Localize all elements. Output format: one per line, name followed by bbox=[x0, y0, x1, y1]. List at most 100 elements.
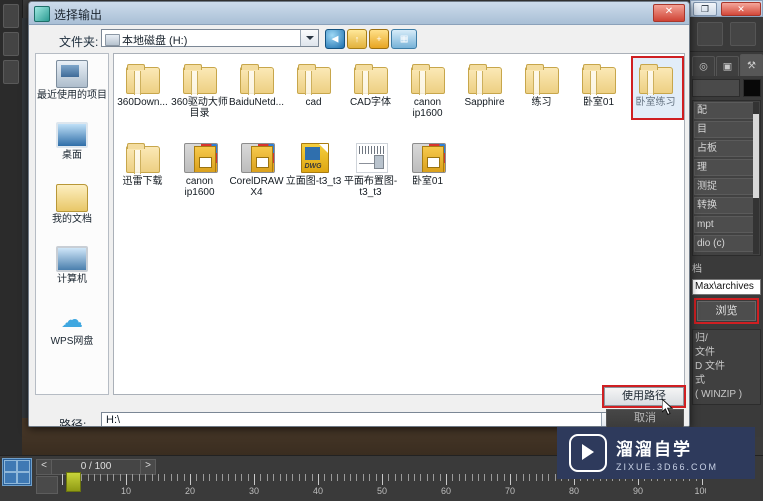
option-item[interactable]: ( WINZIP ) bbox=[695, 388, 758, 402]
sidebar-item-computer[interactable]: 计算机 bbox=[36, 240, 108, 302]
file-item[interactable]: CAD字体 bbox=[342, 54, 399, 119]
new-folder-icon[interactable]: + bbox=[369, 29, 389, 49]
ruler-tick bbox=[529, 474, 531, 481]
file-item[interactable]: canon ip1600 bbox=[171, 133, 228, 198]
ruler-tick-label: 70 bbox=[504, 486, 516, 496]
chevron-down-icon[interactable] bbox=[300, 30, 318, 46]
dialog-close-button[interactable]: ✕ bbox=[653, 4, 685, 22]
ruler-tick bbox=[183, 474, 185, 481]
key-mode-button[interactable] bbox=[36, 476, 58, 494]
rollout-item[interactable]: dio (c) bbox=[694, 235, 759, 252]
rollout-item[interactable]: 测捉 bbox=[694, 178, 759, 195]
file-item[interactable]: 360驱动大师目录 bbox=[171, 54, 228, 119]
ruler-tick bbox=[439, 474, 441, 481]
places-bar: 最近使用的项目 桌面 我的文档 计算机 ☁ WPS网盘 bbox=[35, 53, 109, 395]
ruler-tick bbox=[318, 474, 319, 485]
file-label: 360Down... bbox=[117, 97, 168, 108]
ruler-tick bbox=[145, 474, 147, 481]
time-slider-handle[interactable] bbox=[66, 472, 81, 492]
sidebar-item-label: 桌面 bbox=[62, 150, 82, 161]
file-item[interactable]: 练习 bbox=[513, 54, 570, 119]
next-frame-button[interactable]: > bbox=[140, 459, 156, 475]
view-glyph: ▦ bbox=[399, 33, 409, 44]
file-item[interactable]: canon ip1600 bbox=[399, 54, 456, 119]
file-label: cad bbox=[305, 97, 322, 108]
file-item[interactable]: 卧室01 bbox=[570, 54, 627, 119]
ruler-tick bbox=[510, 474, 511, 485]
file-item[interactable]: Sapphire bbox=[456, 54, 513, 119]
previous-frame-button[interactable]: < bbox=[36, 459, 52, 475]
archive-path-field[interactable]: Max\archives bbox=[692, 279, 761, 295]
file-item[interactable]: CorelDRAW X4 bbox=[228, 133, 285, 198]
ruler-tick bbox=[113, 474, 115, 481]
path-combobox[interactable]: H:\ bbox=[101, 412, 619, 426]
panel-scrollbar[interactable] bbox=[753, 102, 759, 254]
viewport-layout-button[interactable] bbox=[2, 458, 32, 486]
archive-options-group: 归/ 文件 D 文件 式 ( WINZIP ) bbox=[692, 329, 761, 405]
tab-utilities[interactable]: ⚒ bbox=[740, 54, 763, 76]
file-item[interactable]: 平面布置图-t3_t3 bbox=[342, 133, 399, 198]
rollout-item[interactable]: 转换 bbox=[694, 197, 759, 214]
ruler-tick bbox=[548, 474, 550, 481]
ruler-tick bbox=[279, 474, 281, 481]
rail-button[interactable] bbox=[3, 60, 19, 84]
ruler-tick bbox=[234, 474, 236, 481]
option-item[interactable]: 归/ bbox=[695, 332, 758, 346]
file-item[interactable]: cad bbox=[285, 54, 342, 119]
object-name-field[interactable] bbox=[692, 79, 740, 97]
ruler-tick bbox=[394, 474, 396, 481]
option-item[interactable]: 文件 bbox=[695, 346, 758, 360]
file-item[interactable]: DWG 立面图-t3_t3 bbox=[285, 133, 342, 198]
back-icon[interactable]: ◀ bbox=[325, 29, 345, 49]
command-panel-toolrow bbox=[690, 17, 763, 52]
file-label: Sapphire bbox=[464, 97, 505, 108]
sidebar-item-desktop[interactable]: 桌面 bbox=[36, 116, 108, 178]
rollout-item[interactable]: 目 bbox=[694, 121, 759, 138]
restore-button[interactable]: ❐ bbox=[693, 2, 717, 16]
align-tool-icon[interactable] bbox=[697, 22, 724, 46]
file-item[interactable]: 迅雷下载 bbox=[114, 133, 171, 198]
ruler-tick bbox=[266, 474, 268, 481]
option-item[interactable]: D 文件 bbox=[695, 360, 758, 374]
utilities-rollout-list: 配 目 占板 理 测捉 转换 mpt dio (c) bbox=[692, 100, 761, 256]
tab-modify[interactable]: ▣ bbox=[716, 56, 739, 76]
rail-button[interactable] bbox=[3, 4, 19, 28]
tab-create[interactable]: ◎ bbox=[692, 56, 715, 76]
ruler-tick bbox=[158, 474, 159, 481]
watermark: 溜溜自学 ZIXUE.3D66.COM bbox=[557, 427, 755, 479]
rollout-item[interactable]: 理 bbox=[694, 159, 759, 176]
ruler-tick-label: 80 bbox=[568, 486, 580, 496]
rail-button[interactable] bbox=[3, 32, 19, 56]
dialog-titlebar[interactable]: 选择输出 ✕ bbox=[29, 2, 689, 25]
folder-combobox[interactable]: 本地磁盘 (H:) bbox=[101, 29, 319, 47]
browse-button[interactable]: 浏览 bbox=[697, 301, 756, 321]
ruler-tick bbox=[247, 474, 249, 481]
sidebar-item-recent[interactable]: 最近使用的项目 bbox=[36, 54, 108, 116]
folder-icon bbox=[181, 62, 219, 95]
layer-manager-icon[interactable] bbox=[729, 22, 756, 46]
file-item[interactable]: 卧室01 bbox=[399, 133, 456, 198]
file-list-pane[interactable]: 360Down... 360驱动大师目录 BaiduNetd... cad CAD字体 c… bbox=[113, 53, 685, 395]
sidebar-item-documents[interactable]: 我的文档 bbox=[36, 178, 108, 240]
folder-icon bbox=[352, 62, 390, 95]
create-icon: ◎ bbox=[699, 61, 708, 72]
current-frame-field[interactable]: 0 / 100 bbox=[51, 459, 141, 475]
ruler-tick bbox=[324, 474, 326, 481]
file-item[interactable]: BaiduNetd... bbox=[228, 54, 285, 119]
close-button[interactable]: ✕ bbox=[721, 2, 761, 16]
object-color-swatch[interactable] bbox=[743, 79, 761, 97]
ruler-tick bbox=[350, 474, 351, 481]
ruler-tick bbox=[478, 474, 479, 481]
view-mode-icon[interactable]: ▦ bbox=[391, 29, 417, 49]
ruler-tick bbox=[311, 474, 313, 481]
option-item[interactable]: 式 bbox=[695, 374, 758, 388]
sidebar-item-label: 计算机 bbox=[57, 274, 87, 285]
mouse-cursor bbox=[662, 399, 674, 416]
up-folder-icon[interactable]: ↑ bbox=[347, 29, 367, 49]
rollout-item[interactable]: 配 bbox=[694, 102, 759, 119]
file-item[interactable]: 360Down... bbox=[114, 54, 171, 119]
file-item[interactable]: 卧室练习 bbox=[627, 54, 684, 120]
rollout-item[interactable]: mpt bbox=[694, 216, 759, 233]
rollout-item[interactable]: 占板 bbox=[694, 140, 759, 157]
sidebar-item-wps-cloud[interactable]: ☁ WPS网盘 bbox=[36, 302, 108, 364]
